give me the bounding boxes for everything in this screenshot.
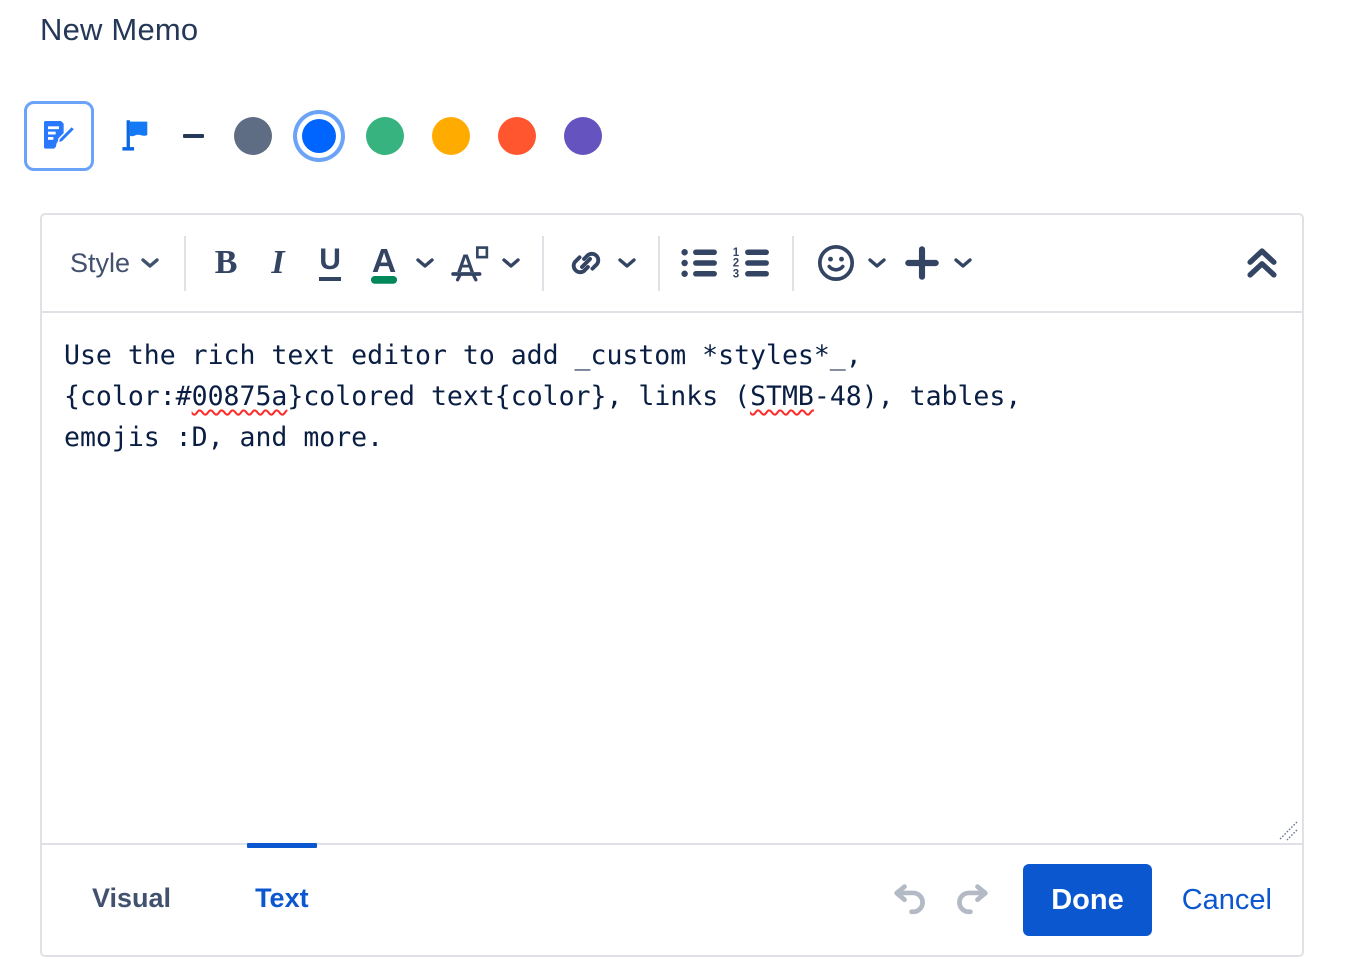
text-color-icon: A bbox=[364, 240, 404, 286]
minus-icon bbox=[183, 134, 204, 138]
chevron-down-icon bbox=[500, 256, 522, 270]
color-dot bbox=[302, 119, 336, 153]
more-formatting-caret-button[interactable] bbox=[494, 235, 528, 291]
textarea-resize-handle[interactable] bbox=[1276, 819, 1298, 841]
color-swatch-blue[interactable] bbox=[286, 101, 352, 171]
link-icon bbox=[565, 242, 607, 284]
memo-edit-icon bbox=[39, 116, 79, 156]
more-formatting-control: A bbox=[442, 235, 528, 291]
content-line-2-prefix: {color:# bbox=[64, 381, 192, 412]
chevron-down-icon bbox=[414, 256, 436, 270]
bold-button[interactable]: B bbox=[200, 235, 252, 291]
bulleted-list-button[interactable] bbox=[674, 235, 726, 291]
emoji-icon bbox=[815, 242, 857, 284]
toolbar-separator bbox=[184, 236, 186, 291]
insert-button[interactable] bbox=[894, 235, 946, 291]
color-swatch-grey[interactable] bbox=[220, 101, 286, 171]
page-title: New Memo bbox=[40, 12, 198, 48]
no-color-option[interactable] bbox=[166, 101, 220, 171]
flag-icon bbox=[120, 116, 156, 156]
style-dropdown-label: Style bbox=[70, 248, 130, 279]
text-styles-icon: A bbox=[448, 240, 492, 286]
link-button[interactable] bbox=[558, 235, 610, 291]
insert-caret-button[interactable] bbox=[946, 235, 980, 291]
tab-text[interactable]: Text bbox=[239, 843, 325, 953]
editor-toolbar: Style B I U A bbox=[42, 215, 1302, 313]
color-swatch-list bbox=[220, 101, 616, 171]
color-swatch-yellow[interactable] bbox=[418, 101, 484, 171]
underline-button[interactable]: U bbox=[304, 235, 356, 291]
numbered-list-button[interactable]: 1 2 3 bbox=[726, 235, 778, 291]
misspelled-word-color-hex: 00875a bbox=[192, 381, 288, 412]
content-line-1: Use the rich text editor to add _custom … bbox=[64, 340, 862, 371]
collapse-toolbar-button[interactable] bbox=[1236, 235, 1288, 291]
color-swatch-red[interactable] bbox=[484, 101, 550, 171]
editor-content: Use the rich text editor to add _custom … bbox=[64, 335, 1280, 458]
new-memo-editor-page: New Memo bbox=[0, 0, 1354, 969]
plus-icon bbox=[901, 242, 943, 284]
link-control bbox=[558, 235, 644, 291]
numbered-list-icon: 1 2 3 bbox=[732, 245, 772, 281]
toolbar-separator bbox=[542, 236, 544, 291]
color-swatch-green[interactable] bbox=[352, 101, 418, 171]
text-color-button[interactable]: A bbox=[356, 235, 408, 291]
editor-footer: Visual Text Done bbox=[42, 843, 1302, 955]
tab-visual-label: Visual bbox=[92, 883, 171, 914]
misspelled-word-issue-key: STMB bbox=[750, 381, 814, 412]
text-color-caret-button[interactable] bbox=[408, 235, 442, 291]
insert-control bbox=[894, 235, 980, 291]
chevron-down-icon bbox=[866, 256, 888, 270]
redo-button[interactable] bbox=[941, 869, 1003, 931]
content-line-2-suffix: -48), tables, bbox=[814, 381, 1021, 412]
chevron-down-icon bbox=[952, 256, 974, 270]
color-swatch-purple[interactable] bbox=[550, 101, 616, 171]
chevron-down-icon bbox=[616, 256, 638, 270]
emoji-button[interactable] bbox=[808, 235, 860, 291]
toolbar-separator bbox=[792, 236, 794, 291]
editor-text-area[interactable]: Use the rich text editor to add _custom … bbox=[42, 313, 1302, 843]
underline-label: U bbox=[319, 245, 341, 281]
tab-text-label: Text bbox=[255, 883, 309, 914]
done-button[interactable]: Done bbox=[1023, 864, 1152, 936]
content-line-3: emojis :D, and more. bbox=[64, 422, 383, 453]
memo-edit-icon-button[interactable] bbox=[24, 101, 94, 171]
link-caret-button[interactable] bbox=[610, 235, 644, 291]
undo-button[interactable] bbox=[879, 869, 941, 931]
text-color-control: A bbox=[356, 235, 442, 291]
flag-icon-button[interactable] bbox=[110, 101, 166, 171]
footer-actions: Done Cancel bbox=[879, 864, 1280, 936]
rich-text-editor: Style B I U A bbox=[40, 213, 1304, 957]
cancel-button[interactable]: Cancel bbox=[1174, 884, 1280, 917]
redo-icon bbox=[950, 882, 994, 918]
bold-label: B bbox=[215, 246, 238, 280]
bulleted-list-icon bbox=[680, 245, 720, 281]
color-dot bbox=[234, 117, 272, 155]
svg-text:3: 3 bbox=[733, 268, 739, 280]
svg-text:A: A bbox=[372, 242, 396, 280]
chevron-double-up-icon bbox=[1243, 245, 1281, 281]
content-line-2-middle: }colored text{color}, links ( bbox=[287, 381, 750, 412]
undo-icon bbox=[888, 882, 932, 918]
color-dot bbox=[366, 117, 404, 155]
color-dot bbox=[564, 117, 602, 155]
memo-meta-row bbox=[24, 101, 616, 171]
more-formatting-button[interactable]: A bbox=[442, 235, 494, 291]
tab-visual[interactable]: Visual bbox=[76, 843, 187, 953]
color-dot bbox=[498, 117, 536, 155]
emoji-control bbox=[808, 235, 894, 291]
emoji-caret-button[interactable] bbox=[860, 235, 894, 291]
chevron-down-icon bbox=[140, 256, 160, 270]
italic-label: I bbox=[271, 246, 284, 280]
italic-button[interactable]: I bbox=[252, 235, 304, 291]
style-dropdown-button[interactable]: Style bbox=[60, 235, 170, 291]
color-dot bbox=[432, 117, 470, 155]
toolbar-separator bbox=[658, 236, 660, 291]
